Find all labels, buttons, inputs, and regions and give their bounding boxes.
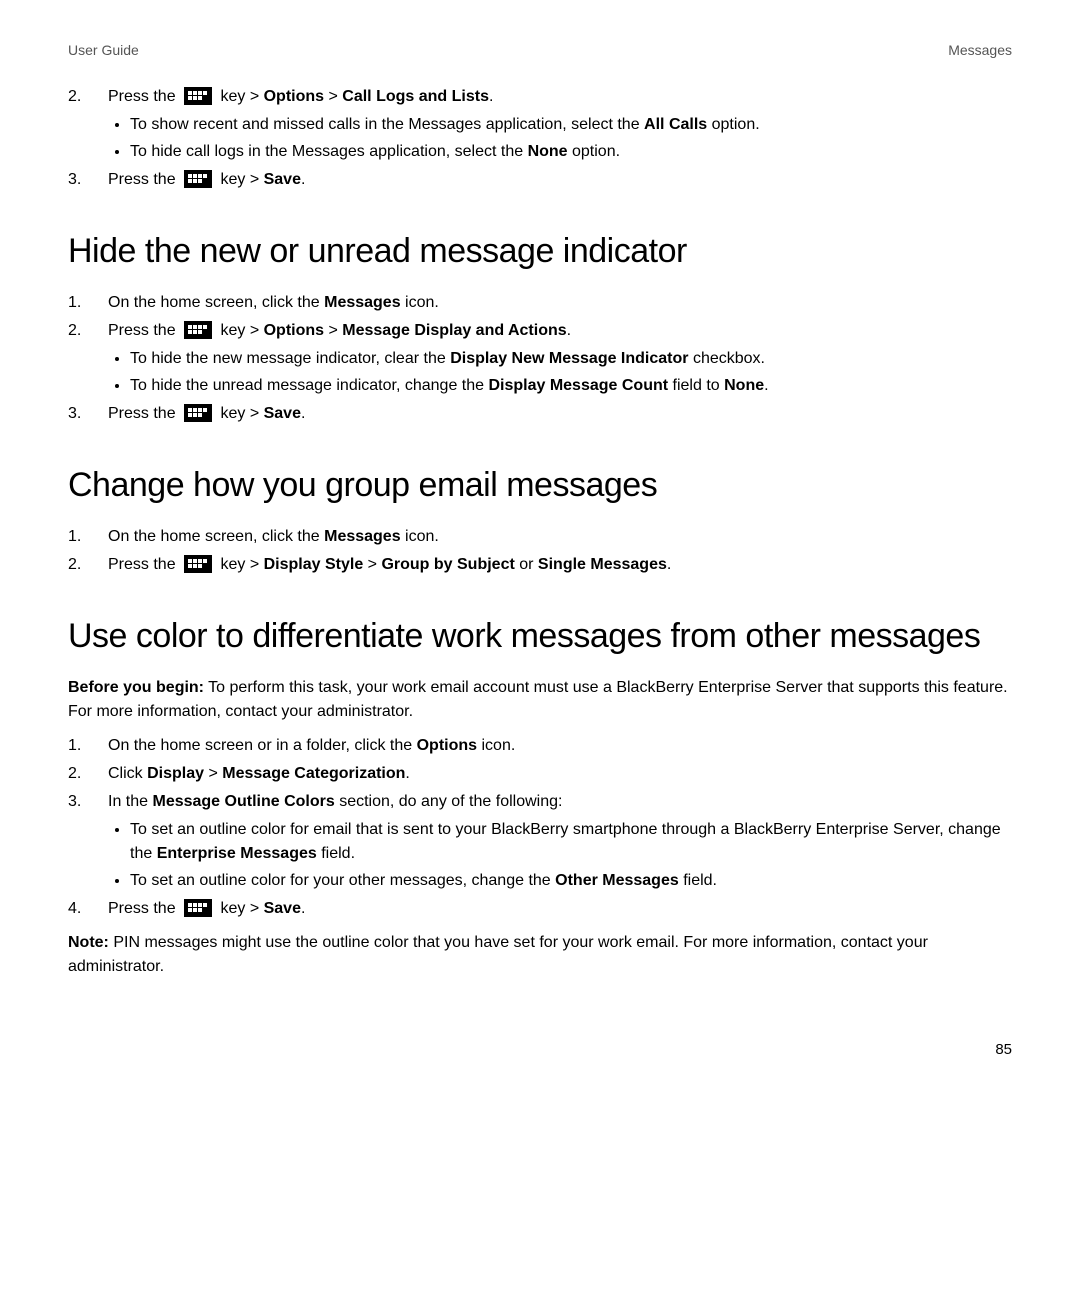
- step-body: Press the key > Options > Message Displa…: [108, 319, 1012, 343]
- step-2: 2. Press the key > Display Style > Group…: [68, 553, 1012, 577]
- step-body: Press the key > Options > Call Logs and …: [108, 85, 1012, 109]
- bb-menu-key-icon: [184, 321, 212, 339]
- sec1-steps: 1. On the home screen, click the Message…: [68, 291, 1012, 343]
- bb-menu-key-icon: [184, 87, 212, 105]
- list-item: To hide the unread message indicator, ch…: [130, 374, 1012, 398]
- sec1-bullets: To hide the new message indicator, clear…: [68, 347, 1012, 398]
- before-you-begin: Before you begin: To perform this task, …: [68, 676, 1012, 724]
- bb-menu-key-icon: [184, 899, 212, 917]
- step-number: 2.: [68, 762, 108, 786]
- bb-menu-key-icon: [184, 555, 212, 573]
- sec3-steps: 1. On the home screen or in a folder, cl…: [68, 734, 1012, 814]
- step-number: 3.: [68, 168, 108, 192]
- section-heading: Change how you group email messages: [68, 460, 1012, 511]
- step-body: Press the key > Display Style > Group by…: [108, 553, 1012, 577]
- step-body: On the home screen, click the Messages i…: [108, 525, 1012, 549]
- step-body: Click Display > Message Categorization.: [108, 762, 1012, 786]
- step-1: 1. On the home screen, click the Message…: [68, 291, 1012, 315]
- top-bullets: To show recent and missed calls in the M…: [68, 113, 1012, 164]
- step-number: 4.: [68, 897, 108, 921]
- step-2: 2. Press the key > Options > Call Logs a…: [68, 85, 1012, 109]
- step-number: 2.: [68, 85, 108, 109]
- step-body: On the home screen, click the Messages i…: [108, 291, 1012, 315]
- page-header: User Guide Messages: [68, 40, 1012, 61]
- note: Note: PIN messages might use the outline…: [68, 931, 1012, 979]
- step-number: 3.: [68, 402, 108, 426]
- step-2: 2. Click Display > Message Categorizatio…: [68, 762, 1012, 786]
- step-3: 3. Press the key > Save.: [68, 168, 1012, 192]
- page-number: 85: [68, 1039, 1012, 1062]
- step-1: 1. On the home screen, click the Message…: [68, 525, 1012, 549]
- step-body: Press the key > Save.: [108, 168, 1012, 192]
- top-steps-cont: 3. Press the key > Save.: [68, 168, 1012, 192]
- step-3: 3. Press the key > Save.: [68, 402, 1012, 426]
- step-4: 4. Press the key > Save.: [68, 897, 1012, 921]
- step-number: 3.: [68, 790, 108, 814]
- list-item: To set an outline color for your other m…: [130, 869, 1012, 893]
- step-body: In the Message Outline Colors section, d…: [108, 790, 1012, 814]
- step-3: 3. In the Message Outline Colors section…: [68, 790, 1012, 814]
- bb-menu-key-icon: [184, 170, 212, 188]
- step-number: 2.: [68, 553, 108, 577]
- section-heading: Use color to differentiate work messages…: [68, 611, 1012, 662]
- step-number: 1.: [68, 734, 108, 758]
- step-number: 1.: [68, 291, 108, 315]
- sec2-steps: 1. On the home screen, click the Message…: [68, 525, 1012, 577]
- step-1: 1. On the home screen or in a folder, cl…: [68, 734, 1012, 758]
- step-body: On the home screen or in a folder, click…: [108, 734, 1012, 758]
- step-number: 1.: [68, 525, 108, 549]
- header-right: Messages: [948, 40, 1012, 61]
- step-body: Press the key > Save.: [108, 402, 1012, 426]
- list-item: To hide the new message indicator, clear…: [130, 347, 1012, 371]
- sec3-steps-cont: 4. Press the key > Save.: [68, 897, 1012, 921]
- header-left: User Guide: [68, 40, 139, 61]
- step-2: 2. Press the key > Options > Message Dis…: [68, 319, 1012, 343]
- list-item: To set an outline color for email that i…: [130, 818, 1012, 866]
- section-heading: Hide the new or unread message indicator: [68, 226, 1012, 277]
- bb-menu-key-icon: [184, 404, 212, 422]
- list-item: To hide call logs in the Messages applic…: [130, 140, 1012, 164]
- step-body: Press the key > Save.: [108, 897, 1012, 921]
- list-item: To show recent and missed calls in the M…: [130, 113, 1012, 137]
- sec1-steps-cont: 3. Press the key > Save.: [68, 402, 1012, 426]
- step-number: 2.: [68, 319, 108, 343]
- top-steps: 2. Press the key > Options > Call Logs a…: [68, 85, 1012, 109]
- sec3-bullets: To set an outline color for email that i…: [68, 818, 1012, 893]
